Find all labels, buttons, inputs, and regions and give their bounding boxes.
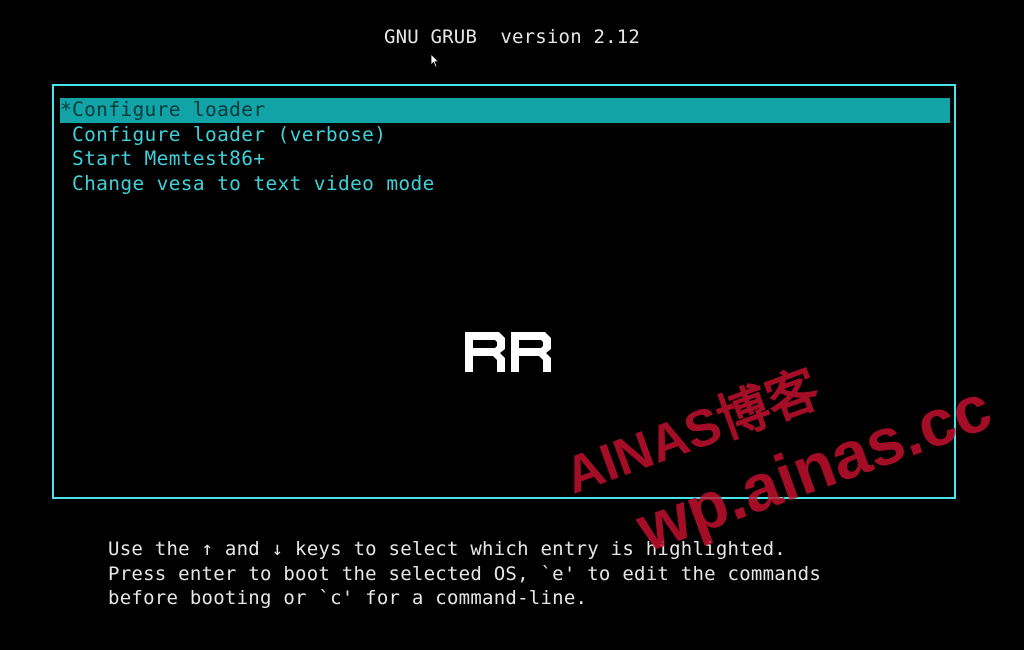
mouse-pointer-icon [430,53,440,68]
rr-logo [465,332,551,372]
help-text: Use the ↑ and ↓ keys to select which ent… [108,537,821,611]
menu-entry[interactable]: Start Memtest86+ [60,147,950,172]
help-line: Press enter to boot the selected OS, `e'… [108,562,822,585]
selection-marker [60,172,72,197]
grub-header-title: GNU GRUB version 2.12 [383,26,641,48]
help-line: Use the ↑ and ↓ keys to select which ent… [108,538,786,560]
help-line: before booting or `c' for a command-line… [108,587,588,609]
grub-screen: GNU GRUB version 2.12 * Configure loader… [0,0,1024,650]
selection-marker: * [60,98,73,121]
selection-marker [60,147,72,172]
menu-entry-label: Change vesa to text video mode [72,171,435,195]
menu-entry-label: Configure loader (verbose) [72,122,387,146]
menu-entry[interactable]: Configure loader (verbose) [60,123,950,148]
menu-entry-label: Configure loader [72,98,266,121]
boot-menu-frame: * Configure loader Configure loader (ver… [52,84,956,499]
menu-entry[interactable]: * Configure loader [60,98,950,123]
menu-entry-label: Start Memtest86+ [72,147,266,170]
boot-menu-list: * Configure loader Configure loader (ver… [60,98,950,196]
menu-entry[interactable]: Change vesa to text video mode [60,172,950,197]
selection-marker [60,123,72,148]
